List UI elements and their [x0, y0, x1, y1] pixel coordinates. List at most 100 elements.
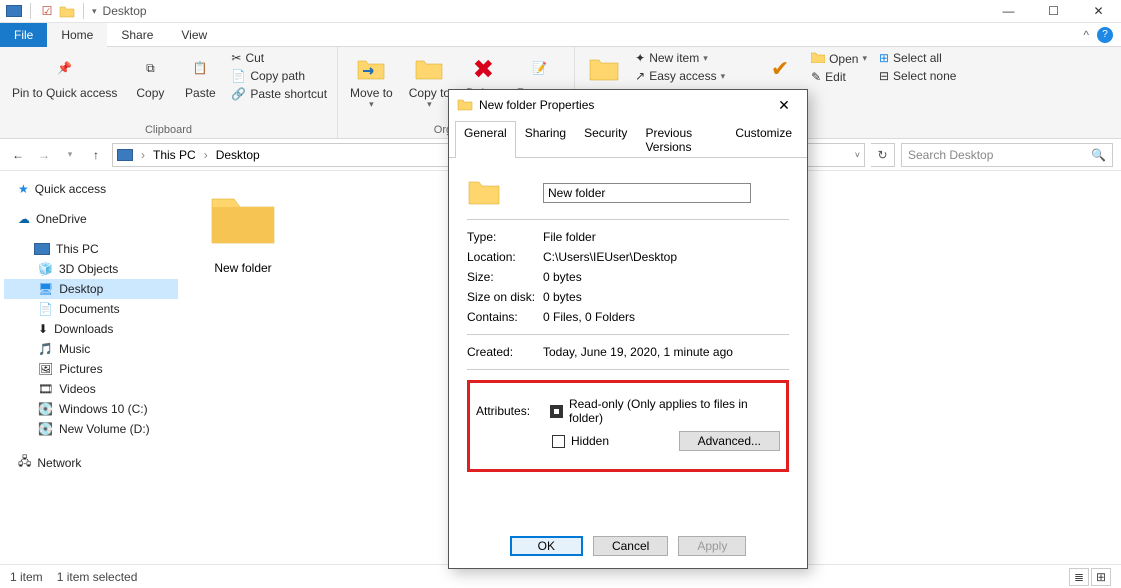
- search-input[interactable]: Search Desktop 🔍: [901, 143, 1113, 167]
- dialog-tab-sharing[interactable]: Sharing: [516, 121, 575, 158]
- size-label: Size:: [467, 270, 543, 284]
- ok-button[interactable]: OK: [510, 536, 583, 556]
- moveto-icon: [355, 53, 387, 85]
- tab-file[interactable]: File: [0, 23, 47, 47]
- created-label: Created:: [467, 345, 543, 359]
- selectnone-button[interactable]: ⊟Select none: [875, 67, 960, 85]
- sidebar-network[interactable]: 🖧Network: [4, 449, 178, 476]
- sidebar-item-desktop[interactable]: 🖥Desktop: [4, 279, 178, 299]
- advanced-button[interactable]: Advanced...: [679, 431, 780, 451]
- history-dropdown[interactable]: ▾: [60, 145, 80, 165]
- sidebar-item-videos[interactable]: 🎞Videos: [4, 379, 178, 399]
- hidden-checkbox[interactable]: [552, 435, 565, 448]
- tab-home[interactable]: Home: [47, 23, 107, 47]
- dialog-tab-customize[interactable]: Customize: [726, 121, 801, 158]
- navigation-pane: ★Quick access ☁OneDrive This PC 🧊3D Obje…: [0, 171, 182, 564]
- qat-dropdown-icon[interactable]: ▾: [92, 6, 97, 17]
- edit-icon: ✎: [811, 70, 821, 84]
- sizeondisk-label: Size on disk:: [467, 290, 543, 304]
- copypath-button[interactable]: 📄Copy path: [227, 67, 331, 85]
- apply-button[interactable]: Apply: [678, 536, 746, 556]
- properties-button[interactable]: ✔: [757, 49, 803, 91]
- status-selected: 1 item selected: [57, 570, 138, 584]
- downloads-icon: ⬇: [38, 322, 48, 336]
- sidebar-item-drive-c[interactable]: 💽Windows 10 (C:): [4, 399, 178, 419]
- view-large-button[interactable]: ⊞: [1091, 568, 1111, 586]
- star-icon: ★: [18, 182, 29, 196]
- newitem-button[interactable]: ✦New item: [631, 49, 729, 67]
- documents-icon: 📄: [38, 302, 53, 316]
- moveto-button[interactable]: Move to: [344, 49, 399, 114]
- crumb-thispc[interactable]: This PC: [153, 148, 196, 162]
- edit-button[interactable]: ✎Edit: [807, 68, 871, 86]
- sidebar-quickaccess[interactable]: ★Quick access: [4, 179, 178, 199]
- sizeondisk-value: 0 bytes: [543, 290, 582, 304]
- refresh-button[interactable]: ↻: [871, 143, 895, 167]
- sidebar-onedrive[interactable]: ☁OneDrive: [4, 209, 178, 229]
- music-icon: 🎵: [38, 342, 53, 356]
- rename-icon: 📝: [523, 53, 555, 85]
- shortcut-icon: 🔗: [231, 87, 246, 101]
- cloud-icon: ☁: [18, 212, 30, 226]
- dialog-titlebar[interactable]: New folder Properties ✕: [449, 90, 807, 120]
- selectall-button[interactable]: ⊞Select all: [875, 49, 960, 67]
- maximize-button[interactable]: ☐: [1031, 0, 1076, 23]
- close-button[interactable]: ✕: [1076, 0, 1121, 23]
- open-icon: [811, 51, 825, 66]
- search-placeholder: Search Desktop: [908, 148, 993, 162]
- new-folder-button[interactable]: [581, 49, 627, 91]
- copy-button[interactable]: ⧉ Copy: [127, 49, 173, 104]
- sidebar-item-pictures[interactable]: 🖼Pictures: [4, 359, 178, 379]
- forward-button[interactable]: →: [34, 145, 54, 165]
- hidden-label: Hidden: [571, 434, 609, 448]
- help-icon[interactable]: ?: [1097, 27, 1113, 43]
- size-value: 0 bytes: [543, 270, 582, 284]
- copypath-icon: 📄: [231, 69, 246, 83]
- qat-folder-icon[interactable]: [59, 3, 75, 19]
- tab-view[interactable]: View: [167, 23, 221, 47]
- paste-shortcut-button[interactable]: 🔗Paste shortcut: [227, 85, 331, 103]
- sidebar-thispc[interactable]: This PC: [4, 239, 178, 259]
- readonly-label: Read-only (Only applies to files in fold…: [569, 397, 780, 425]
- location-label: Location:: [467, 250, 543, 264]
- back-button[interactable]: ←: [8, 145, 28, 165]
- sidebar-item-drive-d[interactable]: 💽New Volume (D:): [4, 419, 178, 439]
- pin-quickaccess-button[interactable]: 📌 Pin to Quick access: [6, 49, 123, 104]
- cancel-button[interactable]: Cancel: [593, 536, 668, 556]
- crumb-desktop[interactable]: Desktop: [216, 148, 260, 162]
- sidebar-item-music[interactable]: 🎵Music: [4, 339, 178, 359]
- dialog-tab-security[interactable]: Security: [575, 121, 636, 158]
- drive-icon: 💽: [38, 402, 53, 416]
- tab-share[interactable]: Share: [107, 23, 167, 47]
- dialog-tabs: General Sharing Security Previous Versio…: [449, 120, 807, 158]
- type-label: Type:: [467, 230, 543, 244]
- dialog-tab-previous[interactable]: Previous Versions: [636, 121, 726, 158]
- cut-button[interactable]: ✂Cut: [227, 49, 331, 67]
- pc-icon: [34, 243, 50, 255]
- easyaccess-button[interactable]: ↗Easy access: [631, 67, 729, 85]
- ribbon-collapse-icon[interactable]: ^: [1083, 28, 1089, 42]
- sidebar-item-downloads[interactable]: ⬇Downloads: [4, 319, 178, 339]
- addr-dropdown-icon[interactable]: ˅: [855, 150, 860, 160]
- folder-name-input[interactable]: [543, 183, 751, 203]
- folder-icon: 🧊: [38, 262, 53, 276]
- dialog-close-button[interactable]: ✕: [769, 97, 799, 114]
- open-button[interactable]: Open: [807, 49, 871, 68]
- copyto-icon: [413, 53, 445, 85]
- search-icon: 🔍: [1091, 148, 1106, 162]
- minimize-button[interactable]: —: [986, 0, 1031, 23]
- app-icon: [6, 3, 22, 19]
- selectall-icon: ⊞: [879, 51, 889, 65]
- qat-properties-icon[interactable]: ☑: [39, 3, 55, 19]
- location-value: C:\Users\IEUser\Desktop: [543, 250, 677, 264]
- view-details-button[interactable]: ≣: [1069, 568, 1089, 586]
- folder-item[interactable]: New folder: [198, 187, 288, 275]
- paste-button[interactable]: 📋 Paste: [177, 49, 223, 104]
- sidebar-item-documents[interactable]: 📄Documents: [4, 299, 178, 319]
- attributes-label: Attributes:: [476, 404, 550, 418]
- up-button[interactable]: ↑: [86, 145, 106, 165]
- group-clipboard-label: Clipboard: [6, 124, 331, 138]
- dialog-tab-general[interactable]: General: [455, 121, 516, 158]
- readonly-checkbox[interactable]: [550, 405, 563, 418]
- sidebar-item-3dobjects[interactable]: 🧊3D Objects: [4, 259, 178, 279]
